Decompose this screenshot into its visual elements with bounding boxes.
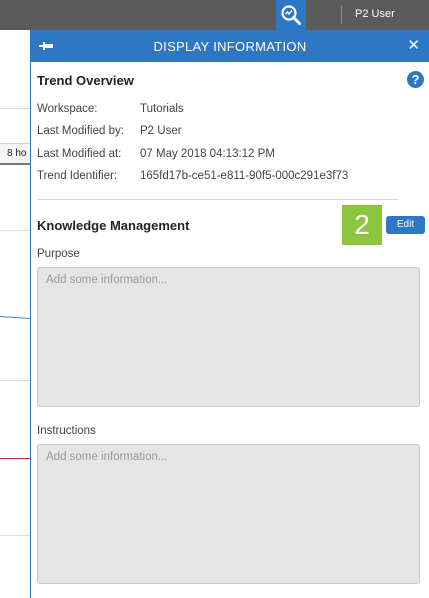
purpose-field[interactable]: Add some information... bbox=[37, 267, 420, 407]
grid-line bbox=[0, 230, 31, 231]
trend-overview-heading: Trend Overview bbox=[37, 73, 134, 88]
close-button[interactable]: ✕ bbox=[407, 37, 420, 55]
help-icon[interactable]: ? bbox=[407, 71, 424, 88]
trend-identifier-label: Trend Identifier: bbox=[37, 170, 118, 182]
trend-series-line bbox=[0, 316, 31, 320]
trend-identifier-value: 165fd17b-ce51-e811-90f5-000c291e3f73 bbox=[140, 170, 349, 182]
edit-button[interactable]: Edit bbox=[386, 216, 425, 234]
pin-icon[interactable] bbox=[39, 39, 54, 53]
grid-line bbox=[0, 535, 31, 536]
display-information-panel: DISPLAY INFORMATION ✕ Trend Overview ? W… bbox=[30, 30, 429, 598]
last-modified-by-label: Last Modified by: bbox=[37, 125, 124, 137]
knowledge-management-heading: Knowledge Management bbox=[37, 218, 190, 233]
last-modified-by-value: P2 User bbox=[140, 125, 182, 137]
last-modified-at-label: Last Modified at: bbox=[37, 148, 122, 160]
last-modified-at-value: 07 May 2018 04:13:12 PM bbox=[140, 148, 275, 160]
search-analysis-button[interactable] bbox=[276, 0, 306, 30]
grid-line bbox=[0, 380, 31, 381]
instructions-placeholder: Add some information... bbox=[46, 451, 168, 463]
workspace-label: Workspace: bbox=[37, 103, 98, 115]
toolbar-divider bbox=[341, 6, 342, 24]
instructions-label: Instructions bbox=[37, 425, 96, 437]
time-range-tab[interactable]: 8 ho bbox=[0, 143, 31, 165]
top-toolbar: P2 User bbox=[0, 0, 429, 30]
workspace-value: Tutorials bbox=[140, 103, 184, 115]
instructions-field[interactable]: Add some information... bbox=[37, 444, 420, 584]
trend-limit-line bbox=[0, 458, 31, 459]
trend-background: 8 ho bbox=[0, 30, 31, 598]
grid-line bbox=[0, 108, 31, 109]
panel-header: DISPLAY INFORMATION ✕ bbox=[31, 30, 429, 62]
search-analysis-icon bbox=[281, 5, 301, 25]
user-menu[interactable]: P2 User bbox=[355, 8, 395, 20]
step-badge: 2 bbox=[342, 205, 382, 245]
purpose-placeholder: Add some information... bbox=[46, 274, 168, 286]
section-divider bbox=[37, 199, 399, 200]
purpose-label: Purpose bbox=[37, 248, 80, 260]
panel-title: DISPLAY INFORMATION bbox=[153, 38, 307, 54]
